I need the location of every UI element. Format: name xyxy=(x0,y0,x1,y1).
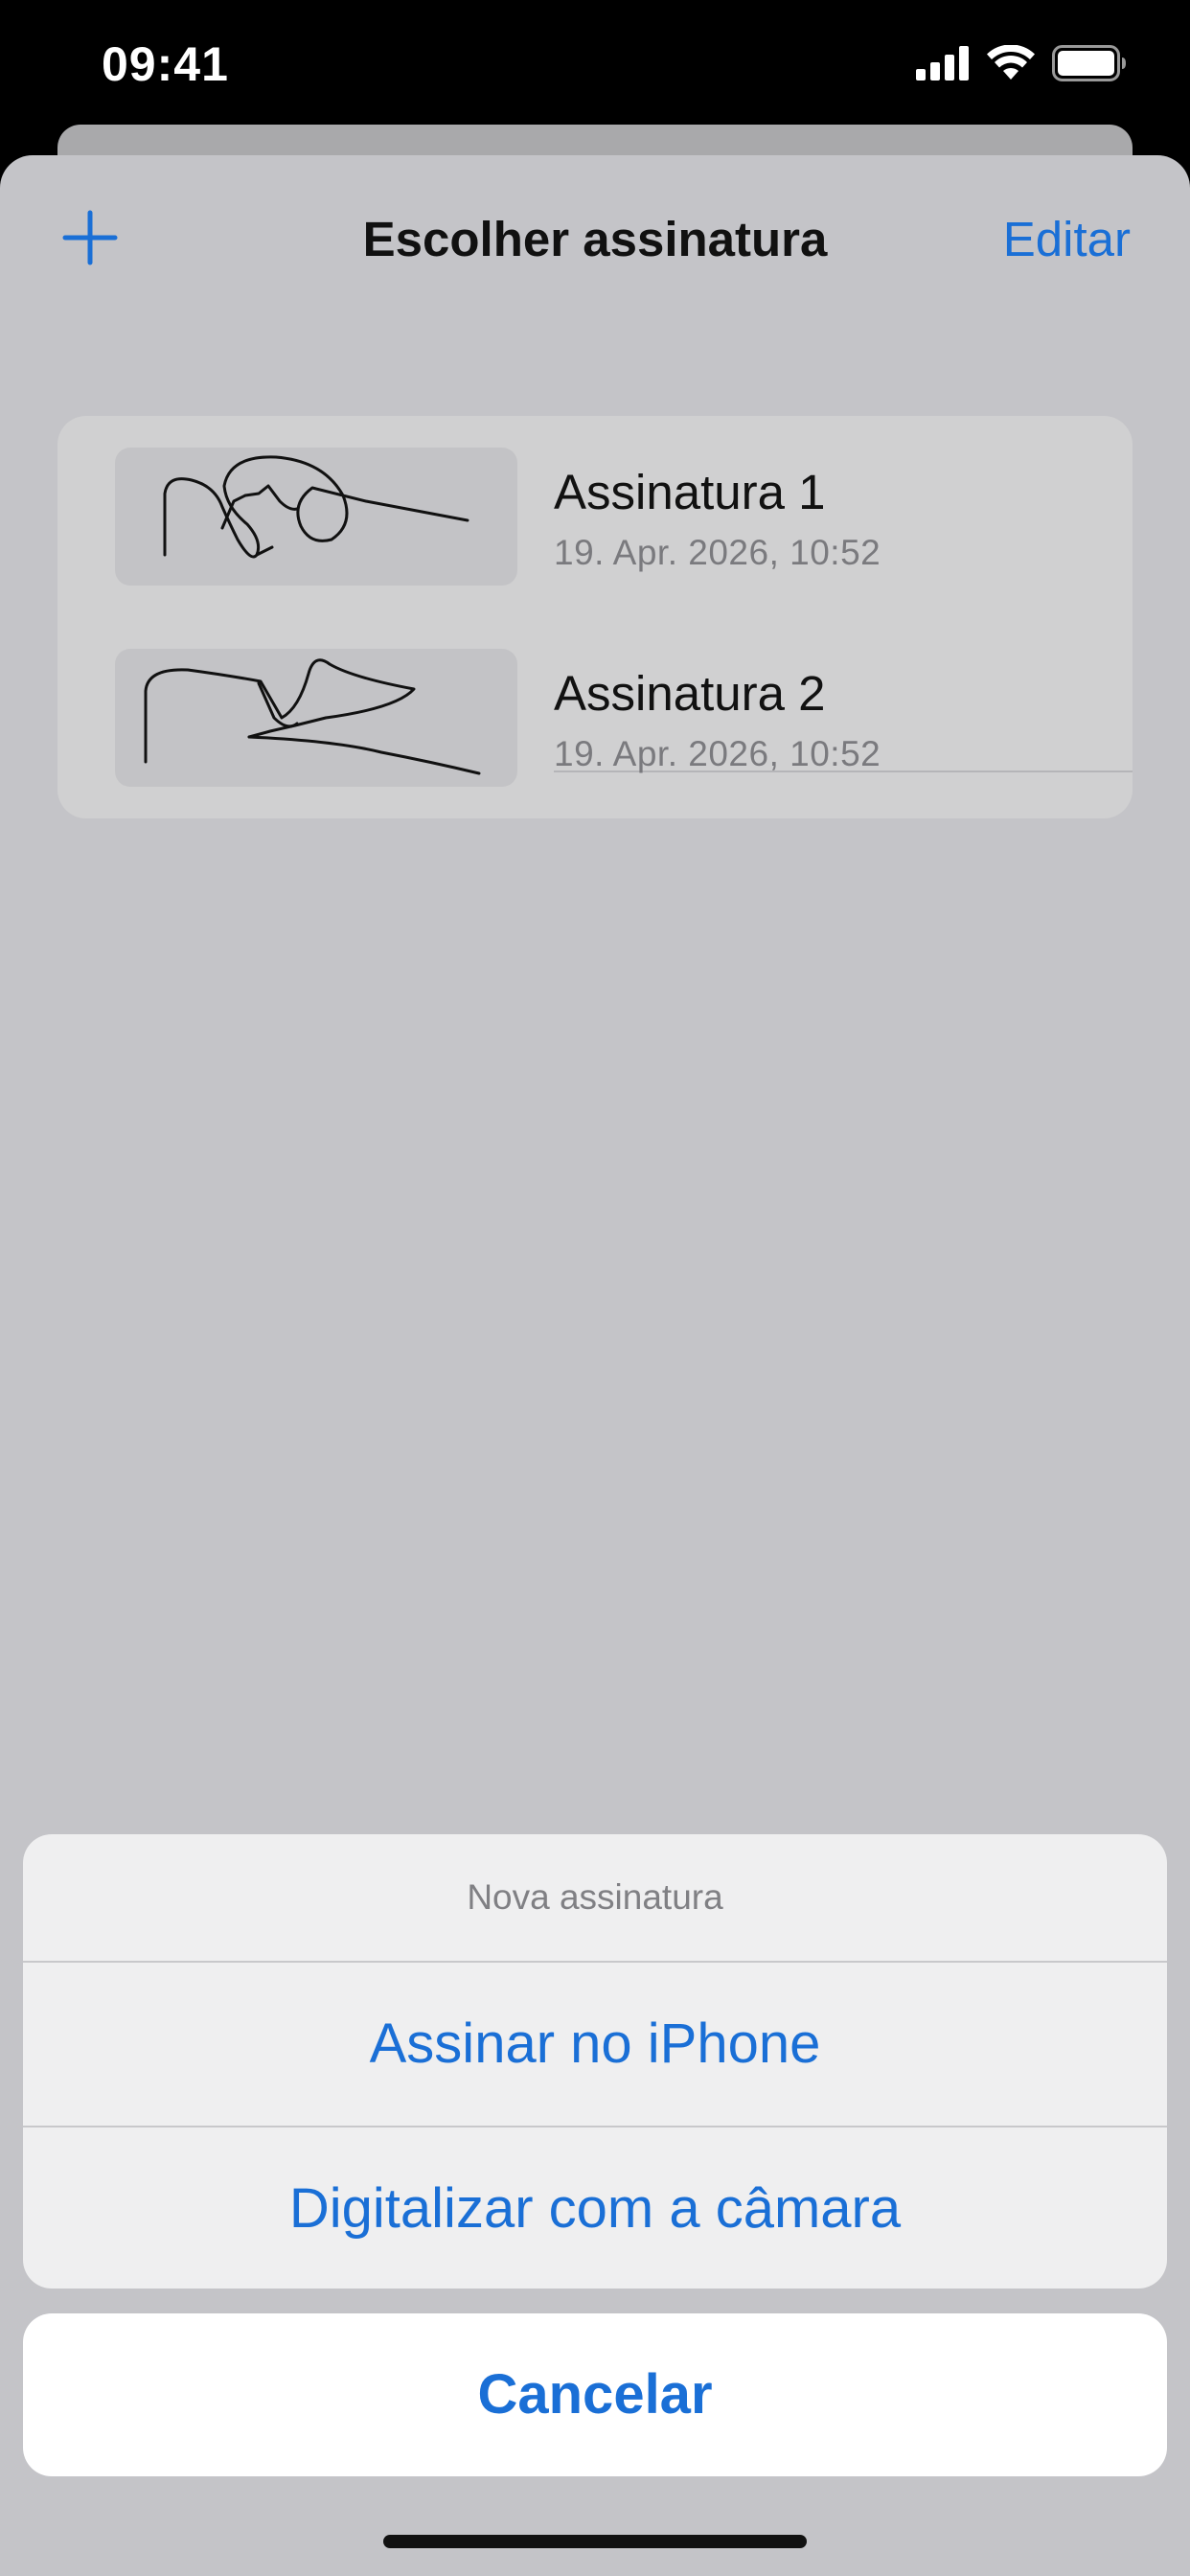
signature-name: Assinatura 2 xyxy=(554,666,826,721)
cancel-button[interactable]: Cancelar xyxy=(23,2313,1167,2476)
signature-row[interactable]: Assinatura 2 19. Apr. 2026, 10:52 xyxy=(57,617,1133,818)
sign-on-iphone-button[interactable]: Assinar no iPhone xyxy=(23,1963,1167,2126)
signature-name: Assinatura 1 xyxy=(554,465,826,519)
status-time: 09:41 xyxy=(102,37,229,91)
navigation-bar: Escolher assinatura Editar xyxy=(0,155,1190,318)
edit-button[interactable]: Editar xyxy=(1003,211,1131,267)
cellular-signal-icon xyxy=(916,45,970,85)
signature-thumbnail xyxy=(115,448,517,586)
status-icons xyxy=(916,43,1127,86)
wifi-icon xyxy=(987,43,1035,86)
signature-date: 19. Apr. 2026, 10:52 xyxy=(554,734,881,773)
battery-icon xyxy=(1052,44,1127,86)
signature-list: Assinatura 1 19. Apr. 2026, 10:52 Assina… xyxy=(57,416,1133,818)
status-bar: 09:41 xyxy=(0,0,1190,144)
signature-date: 19. Apr. 2026, 10:52 xyxy=(554,533,881,572)
scan-with-camera-button[interactable]: Digitalizar com a câmara xyxy=(23,2128,1167,2288)
action-sheet-title: Nova assinatura xyxy=(467,1877,723,1917)
signature-row[interactable]: Assinatura 1 19. Apr. 2026, 10:52 xyxy=(57,416,1133,617)
home-indicator[interactable] xyxy=(383,2535,807,2548)
signature-thumbnail xyxy=(115,649,517,787)
action-sheet: Nova assinatura Assinar no iPhone Digita… xyxy=(23,1834,1167,2288)
